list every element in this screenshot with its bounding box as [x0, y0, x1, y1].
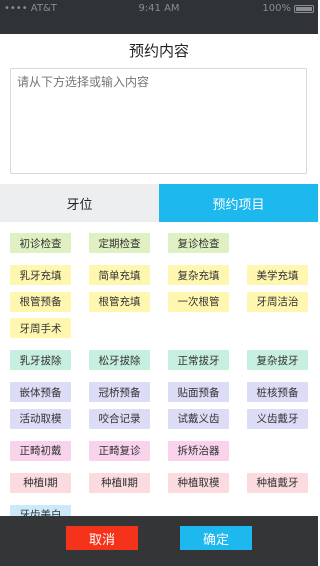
- appointment-item-tag[interactable]: 咬合记录: [89, 408, 150, 429]
- action-bar: 取消 确定: [0, 516, 318, 566]
- appointment-item-tag[interactable]: 拆矫治器: [168, 440, 229, 461]
- appointment-item-tag[interactable]: 种植Ⅰ期: [10, 472, 71, 493]
- appointment-item-grid: 初诊检查 定期检查 复诊检查 乳牙充填 简单充填 复杂充填 美学充填 根管预备 根管充填 一次根管…: [10, 233, 310, 537]
- appointment-item-tag[interactable]: 初诊检查: [10, 233, 71, 253]
- appointment-item-tag[interactable]: 种植Ⅱ期: [89, 472, 150, 493]
- status-bar: •••• AT&T 9:41 AM 100%: [0, 0, 318, 18]
- appointment-item-tag[interactable]: 乳牙充填: [10, 265, 71, 285]
- appointment-item-tag[interactable]: 美学充填: [247, 265, 308, 285]
- content-input[interactable]: [10, 68, 307, 174]
- tag-row: 牙周手术: [10, 318, 310, 338]
- tag-row: 正畸初戴 正畸复诊 拆矫治器: [10, 440, 310, 461]
- battery-status: 100%: [262, 3, 314, 14]
- appointment-item-tag[interactable]: 定期检查: [89, 233, 150, 253]
- tag-row: 乳牙拔除 松牙拔除 正常拔牙 复杂拔牙: [10, 350, 310, 370]
- sheet-title: 预约内容: [128, 42, 189, 60]
- appointment-content-sheet: 预约内容 牙位 预约项目 初诊检查定期检查复诊检查乳牙充填简单充填复杂充填美学充…: [0, 34, 318, 566]
- appointment-item-tag[interactable]: 复诊检查: [168, 233, 229, 253]
- appointment-item-tag[interactable]: 根管预备: [10, 291, 71, 312]
- tab-tooth-position[interactable]: 牙位: [0, 184, 159, 222]
- segment-control: 牙位 预约项目: [0, 184, 318, 222]
- tag-row: 种植Ⅰ期 种植Ⅱ期 种植取模 种植戴牙: [10, 472, 310, 493]
- appointment-item-tag[interactable]: 牙周洁治: [247, 291, 308, 312]
- appointment-item-tag[interactable]: 义齿戴牙: [247, 408, 308, 429]
- appointment-item-tag[interactable]: 松牙拔除: [89, 350, 150, 370]
- appointment-item-tag[interactable]: 复杂拔牙: [247, 350, 308, 370]
- appointment-item-tag[interactable]: 贴面预备: [168, 382, 229, 402]
- tab-appointment-items[interactable]: 预约项目: [159, 184, 318, 222]
- tag-row: 乳牙充填 简单充填 复杂充填 美学充填: [10, 265, 310, 285]
- battery-icon: [294, 4, 314, 13]
- appointment-item-tag[interactable]: 正畸复诊: [89, 440, 150, 461]
- tag-row: 活动取模 咬合记录 试戴义齿 义齿戴牙: [10, 408, 310, 429]
- appointment-item-tag[interactable]: 种植取模: [168, 472, 229, 493]
- tag-row: 根管预备 根管充填 一次根管 牙周洁治: [10, 291, 310, 312]
- appointment-item-tag[interactable]: 种植戴牙: [247, 472, 308, 493]
- appointment-item-tag[interactable]: 嵌体预备: [10, 382, 71, 402]
- appointment-item-tag[interactable]: 桩核预备: [247, 382, 308, 402]
- appointment-item-tag[interactable]: 正畸初戴: [10, 440, 71, 461]
- appointment-item-tag[interactable]: 乳牙拔除: [10, 350, 71, 370]
- appointment-item-tag[interactable]: 简单充填: [89, 265, 150, 285]
- appointment-item-tag[interactable]: 牙周手术: [10, 318, 71, 338]
- tag-row: 嵌体预备 冠桥预备 贴面预备 桩核预备: [10, 382, 310, 402]
- background-nav-bar: [0, 18, 318, 34]
- appointment-item-tag[interactable]: 根管充填: [89, 291, 150, 312]
- appointment-item-tag[interactable]: 冠桥预备: [89, 382, 150, 402]
- appointment-item-tag[interactable]: 复杂充填: [168, 265, 229, 285]
- appointment-item-tag[interactable]: 一次根管: [168, 291, 229, 312]
- battery-percent: 100%: [262, 3, 291, 14]
- confirm-button[interactable]: 确定: [180, 526, 252, 550]
- appointment-item-tag[interactable]: 活动取模: [10, 408, 71, 429]
- tag-row: 初诊检查 定期检查 复诊检查: [10, 233, 310, 253]
- cancel-button[interactable]: 取消: [66, 526, 138, 550]
- appointment-item-tag[interactable]: 正常拔牙: [168, 350, 229, 370]
- appointment-item-tag[interactable]: 试戴义齿: [168, 408, 229, 429]
